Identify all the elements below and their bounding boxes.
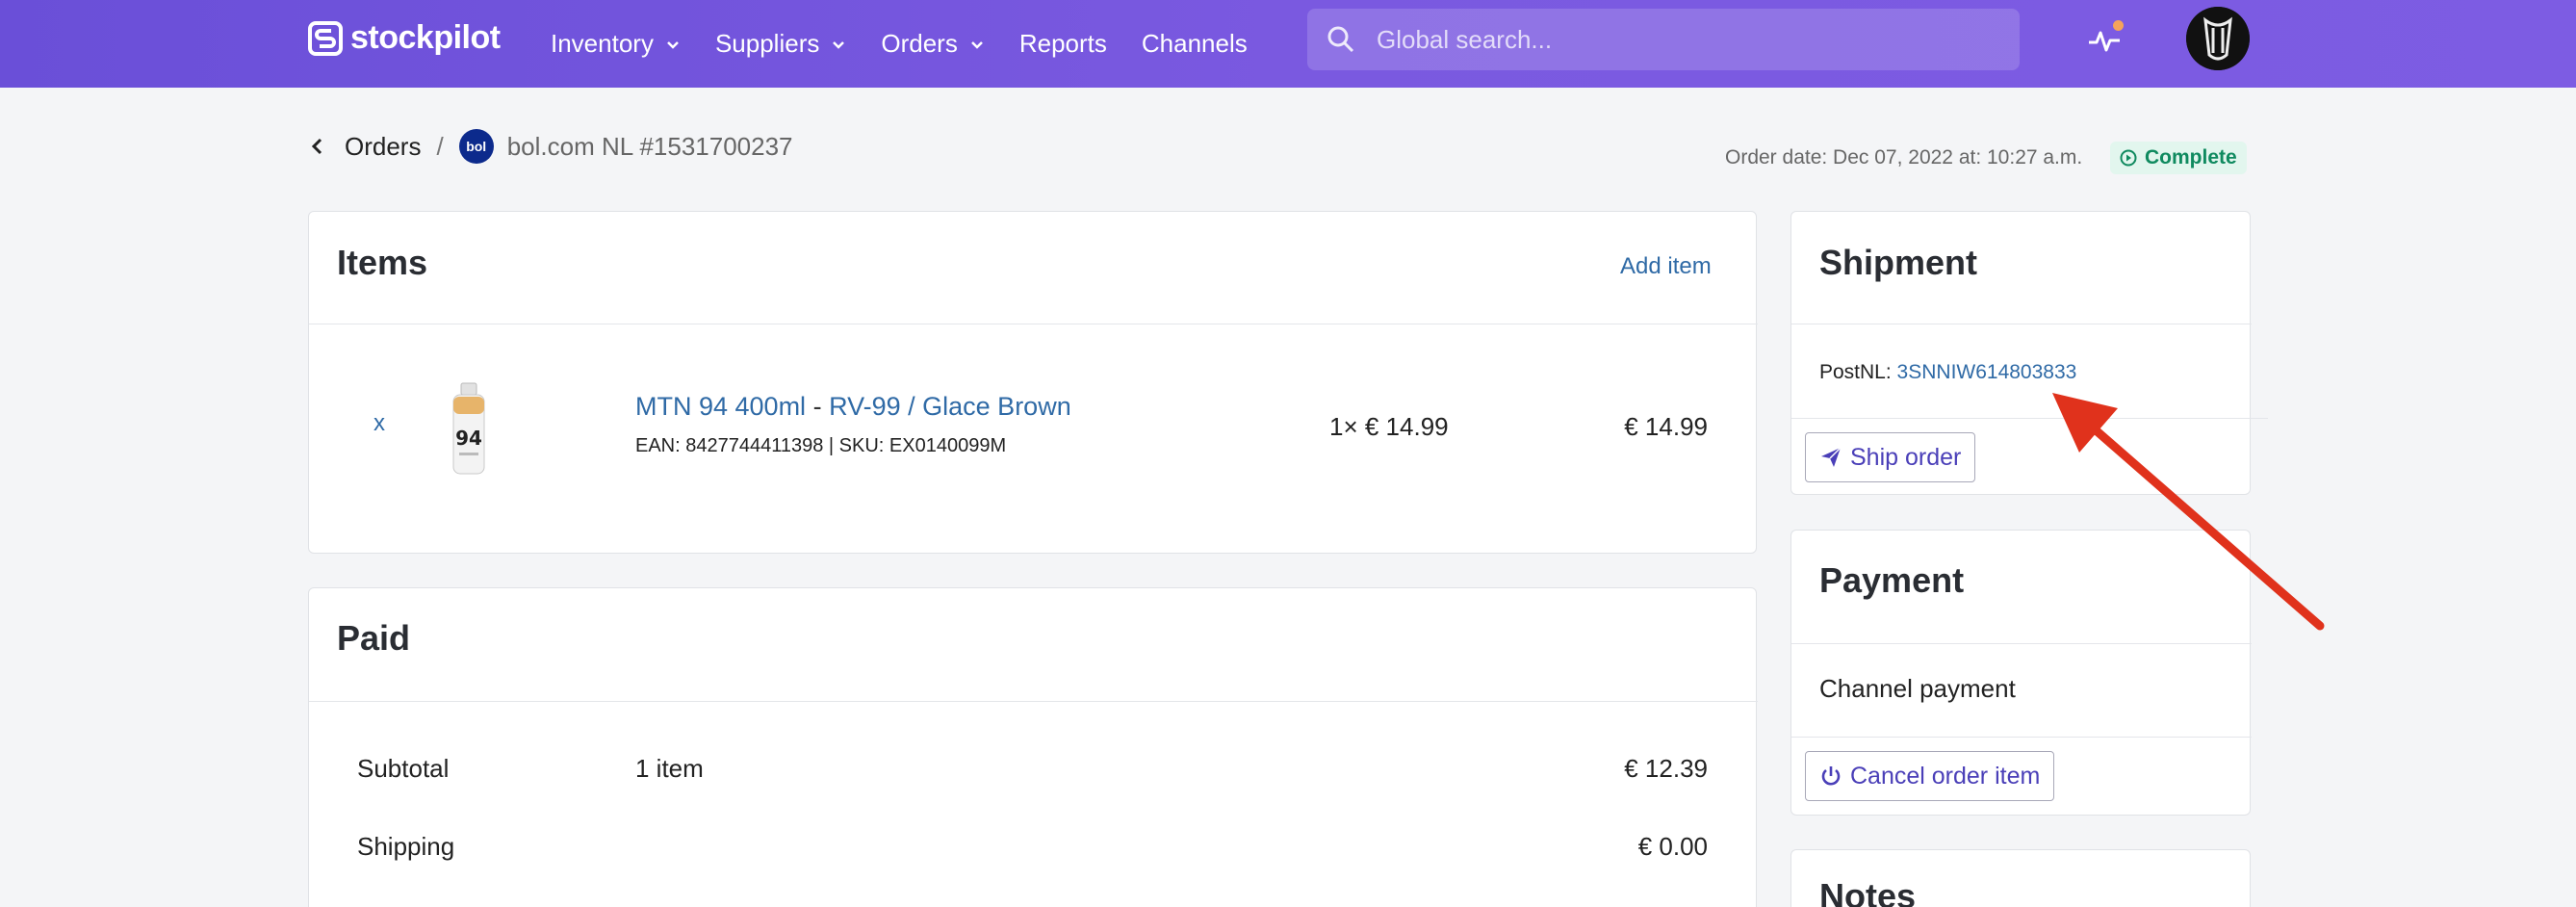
- shipment-title: Shipment: [1819, 243, 1978, 282]
- tracking-number-link[interactable]: 3SNNIW614803833: [1897, 361, 2077, 383]
- play-circle-icon: [2120, 149, 2137, 167]
- stockpilot-logo-icon: [308, 20, 343, 56]
- shipping-amount: € 0.00: [1637, 832, 1708, 861]
- menu-suppliers-label: Suppliers: [714, 29, 820, 58]
- paid-title: Paid: [337, 618, 411, 658]
- breadcrumb: Orders / bol bol.com NL #1531700237: [308, 129, 793, 164]
- global-search[interactable]: [1307, 9, 2020, 70]
- product-dash: -: [812, 392, 822, 421]
- paper-plane-icon: [1821, 447, 1842, 467]
- status-label: Complete: [2145, 146, 2237, 168]
- spray-can-product-image[interactable]: 94: [448, 381, 490, 478]
- menu-orders-label: Orders: [881, 29, 958, 58]
- avatar-image-icon: [2186, 7, 2250, 70]
- chevron-down-icon: [667, 40, 679, 49]
- remove-item-button[interactable]: x: [374, 410, 385, 437]
- chevron-down-icon: [970, 40, 983, 49]
- product-name-link[interactable]: MTN 94 400ml: [635, 392, 806, 421]
- add-item-link[interactable]: Add item: [1620, 253, 1712, 280]
- status-badge: Complete: [2110, 142, 2247, 174]
- subtotal-label: Subtotal: [357, 754, 450, 783]
- brand-name: stockpilot: [350, 19, 501, 56]
- bol-channel-logo: bol: [458, 129, 494, 164]
- notes-title: Notes: [1819, 876, 1917, 907]
- main-menu: Inventory Suppliers Orders Reports Chann…: [551, 0, 1282, 88]
- items-title: Items: [337, 243, 428, 282]
- payment-card: Payment Channel payment Cancel order ite…: [1790, 530, 2252, 816]
- chevron-down-icon: [833, 40, 845, 49]
- cancel-order-item-button[interactable]: Cancel order item: [1805, 751, 2055, 801]
- user-avatar[interactable]: [2186, 7, 2250, 70]
- items-card: Items Add item x 94 MTN 94 400ml - RV-99…: [308, 211, 1758, 554]
- product-name-line: MTN 94 400ml - RV-99 / Glace Brown: [635, 392, 1071, 422]
- notification-dot: [2113, 20, 2124, 31]
- menu-orders[interactable]: Orders: [881, 29, 984, 59]
- power-icon: [1821, 766, 1841, 786]
- line-total: € 14.99: [1624, 412, 1708, 441]
- brand-logo[interactable]: stockpilot: [308, 19, 501, 57]
- menu-inventory[interactable]: Inventory: [551, 29, 681, 59]
- menu-suppliers[interactable]: Suppliers: [715, 29, 846, 59]
- shipment-divider-2: [1791, 418, 2268, 419]
- ship-order-button[interactable]: Ship order: [1805, 432, 1976, 482]
- bol-logo-text: bol: [466, 139, 487, 154]
- menu-reports-label: Reports: [1018, 29, 1107, 58]
- shipment-card: Shipment PostNL: 3SNNIW614803833 Ship or…: [1790, 211, 2268, 495]
- payment-divider: [1791, 643, 2252, 644]
- top-nav: stockpilot Inventory Suppliers Orders Re…: [0, 0, 2576, 88]
- product-ean-sku: EAN: 8427744411398 | SKU: EX0140099M: [635, 435, 1007, 456]
- paid-divider: [309, 701, 1758, 702]
- shipping-label: Shipping: [357, 832, 455, 861]
- payment-title: Payment: [1819, 560, 1965, 600]
- search-input[interactable]: [1377, 24, 1993, 55]
- payment-divider-2: [1791, 737, 2252, 738]
- menu-inventory-label: Inventory: [551, 29, 654, 58]
- carrier-label: PostNL:: [1819, 361, 1892, 383]
- breadcrumb-separator: /: [436, 131, 444, 161]
- menu-channels[interactable]: Channels: [1142, 29, 1248, 59]
- order-reference: bol.com NL #1531700237: [506, 131, 793, 161]
- chevron-left-icon[interactable]: [308, 137, 327, 156]
- breadcrumb-orders-link[interactable]: Orders: [345, 132, 421, 162]
- subtotal-amount: € 12.39: [1624, 754, 1708, 783]
- subtotal-detail: 1 item: [635, 754, 704, 783]
- product-variant-link[interactable]: RV-99 / Glace Brown: [829, 392, 1071, 421]
- quantity-price: 1× € 14.99: [1329, 412, 1449, 441]
- menu-channels-label: Channels: [1141, 29, 1248, 58]
- payment-method: Channel payment: [1819, 674, 2016, 703]
- notes-card: Notes: [1790, 849, 2251, 907]
- ship-order-label: Ship order: [1850, 443, 1962, 471]
- paid-card: Paid Subtotal 1 item € 12.39 Shipping € …: [308, 587, 1758, 907]
- menu-reports[interactable]: Reports: [1019, 29, 1107, 59]
- svg-text:94: 94: [455, 427, 482, 450]
- cancel-order-item-label: Cancel order item: [1850, 762, 2041, 790]
- search-icon: [1327, 26, 1354, 53]
- tracking-line: PostNL: 3SNNIW614803833: [1819, 361, 2076, 384]
- order-date: Order date: Dec 07, 2022 at: 10:27 a.m.: [1725, 146, 2083, 168]
